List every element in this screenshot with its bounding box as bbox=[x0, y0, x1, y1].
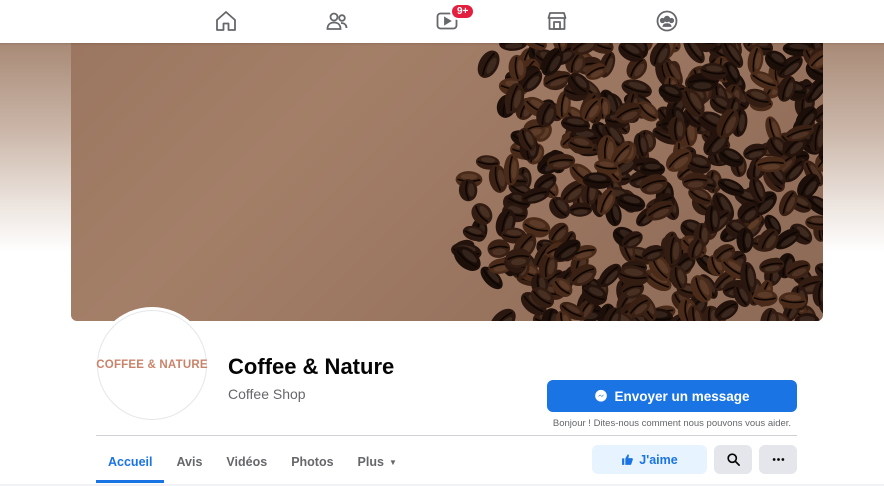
page-tabs: Accueil Avis Vidéos Photos Plus ▼ bbox=[96, 441, 409, 483]
home-icon[interactable] bbox=[213, 8, 239, 34]
tab-label: Photos bbox=[291, 455, 334, 469]
profile-picture[interactable]: COFFEE & NATURE bbox=[96, 310, 208, 420]
tab-plus[interactable]: Plus ▼ bbox=[346, 441, 409, 483]
tab-videos[interactable]: Vidéos bbox=[214, 441, 279, 483]
thumbs-up-icon bbox=[622, 454, 634, 465]
tab-label: Plus bbox=[357, 455, 384, 469]
like-button[interactable]: J'aime bbox=[592, 445, 707, 474]
tab-label: Accueil bbox=[108, 455, 153, 469]
send-message-label: Envoyer un message bbox=[614, 388, 750, 404]
send-message-note: Bonjour ! Dites-nous comment nous pouvon… bbox=[552, 418, 792, 429]
page-category[interactable]: Coffee Shop bbox=[228, 386, 306, 402]
divider bbox=[96, 435, 797, 436]
more-icon bbox=[772, 458, 784, 461]
notification-badge: 9+ bbox=[450, 3, 476, 20]
logo-text: COFFEE & NATURE bbox=[96, 359, 208, 371]
watch-icon[interactable]: 9+ bbox=[434, 3, 476, 34]
tab-avis[interactable]: Avis bbox=[164, 441, 214, 483]
friends-icon[interactable] bbox=[324, 8, 350, 34]
marketplace-icon[interactable] bbox=[544, 8, 570, 34]
tab-label: Vidéos bbox=[226, 455, 268, 469]
tab-photos[interactable]: Photos bbox=[279, 441, 345, 483]
page-title: Coffee & Nature bbox=[228, 354, 395, 379]
groups-icon[interactable] bbox=[654, 8, 680, 34]
search-button[interactable] bbox=[714, 445, 752, 474]
cover-photo[interactable] bbox=[71, 43, 823, 321]
send-message-button[interactable]: Envoyer un message bbox=[547, 380, 797, 412]
top-navigation: 9+ bbox=[0, 0, 884, 43]
search-icon bbox=[726, 453, 740, 466]
tab-label: Avis bbox=[176, 455, 203, 469]
caret-down-icon: ▼ bbox=[388, 457, 397, 467]
coffee-beans-image bbox=[451, 43, 823, 321]
more-options-button[interactable] bbox=[759, 445, 797, 474]
messenger-icon bbox=[595, 389, 608, 402]
tab-accueil[interactable]: Accueil bbox=[96, 441, 165, 483]
like-label: J'aime bbox=[639, 452, 678, 467]
